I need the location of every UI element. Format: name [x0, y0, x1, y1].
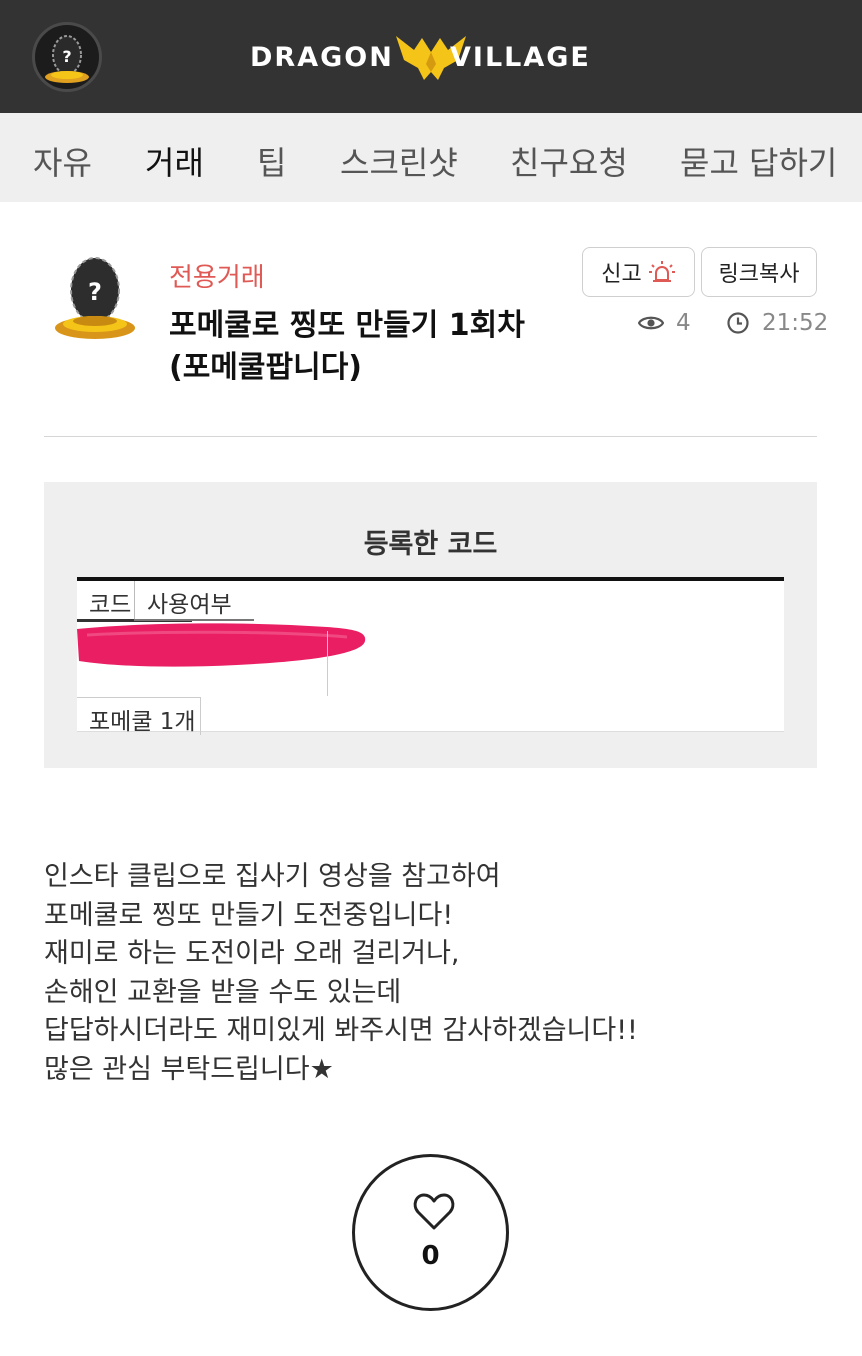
post-title-line1: 포메쿨로 찡또 만들기 1회차	[169, 308, 525, 343]
report-button[interactable]: 신고	[582, 247, 695, 297]
svg-text:?: ?	[88, 278, 102, 306]
copy-link-label: 링크복사	[718, 262, 800, 287]
logo-text-right: VILLAGE	[450, 42, 591, 73]
column-divider	[327, 631, 328, 696]
view-count: 4	[638, 310, 691, 336]
post-time: 21:52	[726, 310, 828, 336]
body-line: 재미로 하는 도전이라 오래 걸리거나,	[44, 938, 460, 969]
copy-link-button[interactable]: 링크복사	[701, 247, 817, 297]
body-line: 인스타 클립으로 집사기 영상을 참고하여	[44, 861, 501, 892]
code-row-item: 포메쿨 1개	[77, 697, 201, 735]
eye-icon	[638, 316, 664, 330]
post-body: 인스타 클립으로 집사기 영상을 참고하여 포메쿨로 찡또 만들기 도전중입니다…	[44, 858, 824, 1089]
top-header: ? DRAGON VILLAGE	[0, 0, 862, 113]
post-time-value: 21:52	[762, 310, 829, 336]
tab-label: 친구요청	[510, 144, 628, 182]
heart-icon	[413, 1193, 455, 1230]
body-line: 손해인 교환을 받을 수도 있는데	[44, 976, 402, 1008]
header-divider	[44, 436, 817, 437]
board-tabs: 자유 거래 팁 스크린샷 친구요청 묻고 답하기	[0, 113, 862, 202]
tab-label: 자유	[33, 144, 92, 182]
report-label: 신고	[601, 262, 642, 287]
tab-qna[interactable]: 묻고 답하기	[680, 138, 837, 184]
post-title-line2: (포메쿨팝니다)	[169, 350, 363, 385]
tab-label: 팁	[257, 144, 287, 182]
author-avatar[interactable]: ?	[52, 254, 138, 344]
tab-trade[interactable]: 거래	[141, 138, 206, 186]
redaction-scribble	[77, 623, 366, 667]
code-table: 코드 사용여부 포메쿨 1개	[77, 577, 784, 735]
tab-tip[interactable]: 팁	[257, 138, 286, 184]
tab-friend-request[interactable]: 친구요청	[510, 138, 628, 184]
dragon-village-logo[interactable]: DRAGON VILLAGE	[250, 30, 612, 84]
profile-avatar[interactable]: ?	[32, 22, 102, 92]
post-category: 전용거래	[169, 263, 265, 293]
like-button[interactable]: 0	[352, 1154, 509, 1311]
body-line: 답답하시더라도 재미있게 봐주시면 감사하겠습니다!!	[44, 1015, 638, 1046]
siren-icon	[648, 261, 675, 282]
like-count: 0	[421, 1241, 440, 1271]
egg-avatar-icon: ?	[45, 35, 89, 83]
body-line: 포메쿨로 찡또 만들기 도전중입니다!	[44, 899, 454, 931]
tab-label: 묻고 답하기	[680, 144, 838, 182]
tab-label: 거래	[145, 144, 204, 182]
registered-code-box: 등록한 코드 코드 사용여부 포메쿨 1개	[44, 482, 817, 768]
post-title: 포메쿨로 찡또 만들기 1회차 (포메쿨팝니다)	[169, 305, 569, 389]
logo-text-left: DRAGON	[250, 42, 394, 73]
view-count-value: 4	[676, 310, 691, 336]
tab-label: 스크린샷	[340, 144, 458, 182]
body-line: 많은 관심 부탁드립니다★	[44, 1053, 334, 1085]
header-separator	[134, 581, 135, 621]
column-header-code: 코드	[89, 592, 132, 618]
code-box-title: 등록한 코드	[363, 529, 498, 560]
tab-free[interactable]: 자유	[33, 138, 92, 184]
clock-icon	[727, 312, 749, 334]
svg-text:?: ?	[62, 47, 71, 66]
tab-screenshot[interactable]: 스크린샷	[340, 138, 458, 184]
column-header-used: 사용여부	[147, 592, 232, 618]
